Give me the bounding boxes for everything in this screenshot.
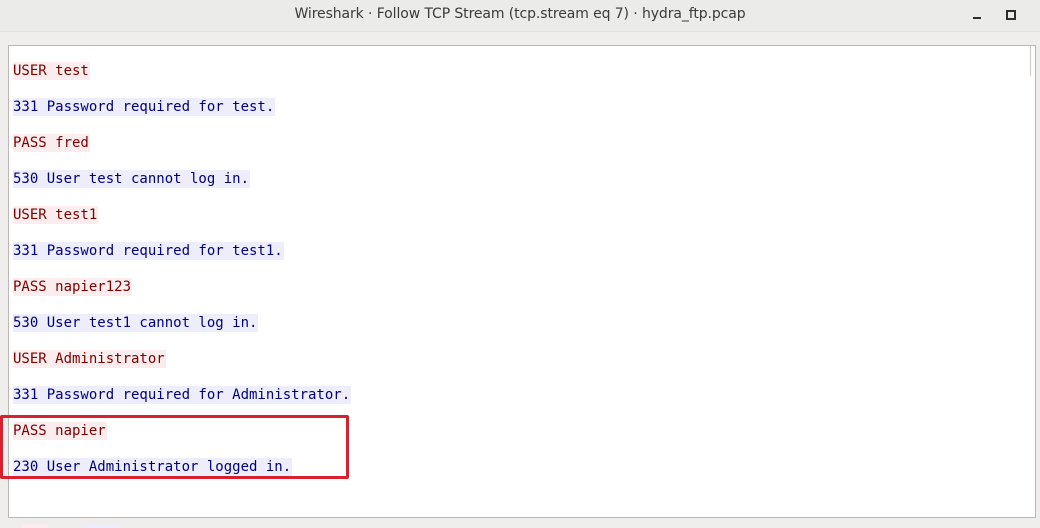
stream-text: 331 Password required for test1. [13, 242, 284, 260]
client-color-swatch [22, 524, 48, 528]
stream-line-client: PASS napier [13, 422, 351, 458]
stream-line-server: 230 User Administrator logged in. [13, 458, 351, 494]
stream-line-server: 331 Password required for test1. [13, 242, 351, 278]
stream-line-client: PASS fred [13, 134, 351, 170]
stream-line-server: 331 Password required for test. [13, 98, 351, 134]
stream-text: 230 User Administrator logged in. [13, 458, 293, 476]
stream-line-server: 530 User test1 cannot log in. [13, 314, 351, 350]
title-bar[interactable]: Wireshark · Follow TCP Stream (tcp.strea… [0, 0, 1040, 32]
stream-content-area[interactable]: USER test 331 Password required for test… [8, 45, 1036, 518]
stream-lines: USER test 331 Password required for test… [13, 62, 352, 494]
stream-text: 331 Password required for test. [13, 98, 276, 116]
vertical-scrollbar[interactable] [1030, 46, 1035, 76]
maximize-button[interactable] [1000, 4, 1022, 26]
stream-line-server: 331 Password required for Administrator. [13, 386, 352, 422]
stream-line-client: USER test1 [13, 206, 351, 242]
stream-text: USER test1 [13, 206, 99, 224]
follow-tcp-stream-window: Wireshark · Follow TCP Stream (tcp.strea… [0, 0, 1040, 528]
stream-text: PASS fred [13, 134, 90, 152]
maximize-icon [1006, 10, 1016, 20]
stream-text: USER test [13, 62, 90, 80]
stream-line-client: USER test [13, 62, 351, 98]
stream-text: USER Administrator [13, 350, 166, 368]
stream-line-client: PASS napier123 [13, 278, 351, 314]
bottom-strip [0, 518, 1040, 528]
stream-text: 530 User test1 cannot log in. [13, 314, 259, 332]
stream-text: PASS napier123 [13, 278, 133, 296]
minimize-icon [973, 17, 981, 19]
stream-line-client: USER Administrator [13, 350, 351, 386]
stream-text: PASS napier [13, 422, 107, 440]
stream-text: 331 Password required for Administrator. [13, 386, 352, 404]
server-color-swatch [86, 524, 118, 528]
stream-line-server: 530 User test cannot log in. [13, 170, 351, 206]
minimize-button[interactable] [966, 4, 988, 26]
window-title: Wireshark · Follow TCP Stream (tcp.strea… [294, 6, 746, 22]
stream-text: 530 User test cannot log in. [13, 170, 251, 188]
